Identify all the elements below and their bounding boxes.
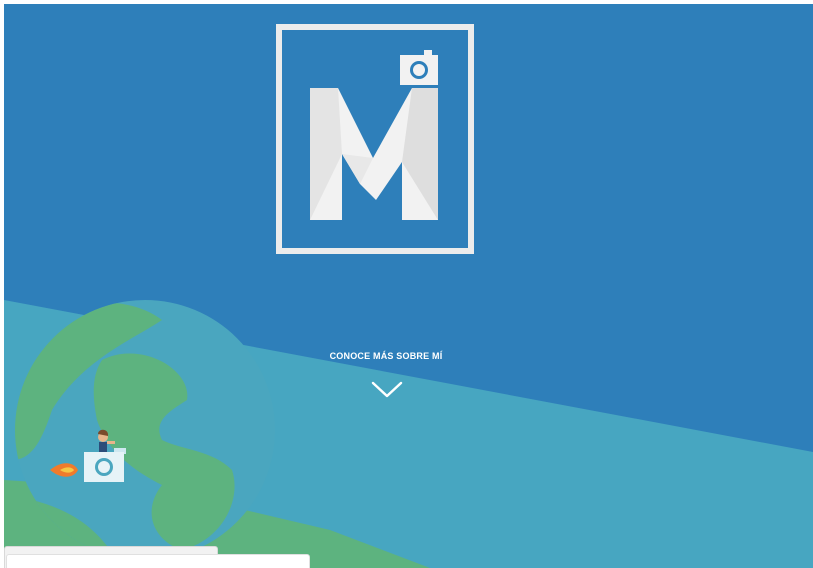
camera-icon bbox=[400, 50, 438, 85]
chevron-down-icon[interactable] bbox=[370, 378, 404, 402]
camera-m-logo bbox=[276, 24, 474, 254]
m-letter bbox=[310, 88, 438, 220]
cta-label[interactable]: CONOCE MÁS SOBRE MÍ bbox=[330, 351, 443, 361]
globe-illustration bbox=[15, 300, 275, 560]
learn-more-cta[interactable]: CONOCE MÁS SOBRE MÍ bbox=[276, 346, 496, 364]
hero-section: CONOCE MÁS SOBRE MÍ bbox=[0, 0, 813, 568]
bottom-panel bbox=[6, 554, 310, 568]
logo-frame bbox=[276, 24, 474, 254]
